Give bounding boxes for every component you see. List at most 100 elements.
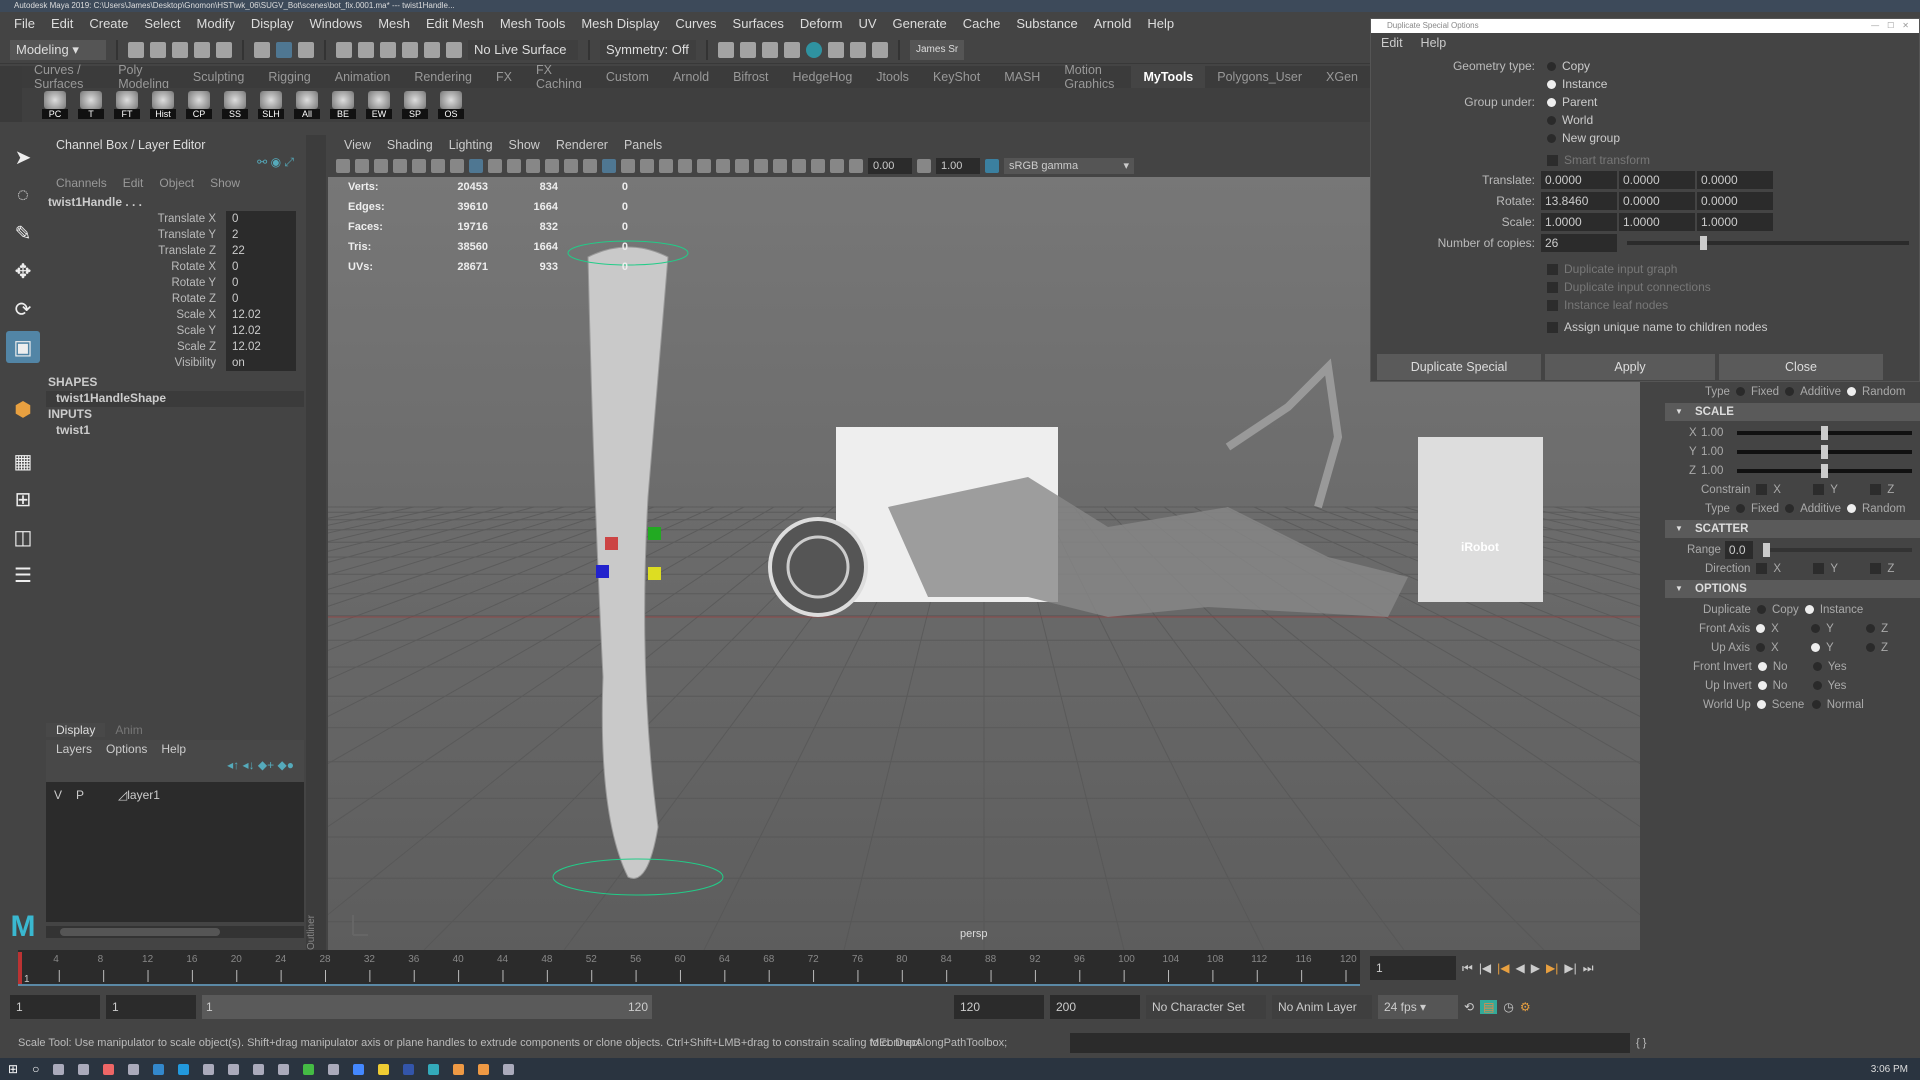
go-to-start-icon[interactable]: ⏮: [1462, 961, 1473, 976]
menu-mesh[interactable]: Mesh: [370, 16, 418, 31]
up-axis-z-radio[interactable]: [1866, 643, 1875, 652]
shelf-button-cp[interactable]: CP: [186, 91, 212, 119]
mail-icon[interactable]: [203, 1063, 215, 1075]
exposure-field[interactable]: 0.00: [868, 158, 912, 174]
scale-tool-icon[interactable]: ▣: [6, 331, 40, 363]
shelf-tab-bifrost[interactable]: Bifrost: [721, 70, 780, 84]
outliner-layout-icon[interactable]: ☰: [6, 559, 40, 591]
channel-row[interactable]: Rotate X0: [46, 259, 304, 275]
shelf-button-hist[interactable]: Hist: [150, 91, 176, 119]
edit-icon[interactable]: ⤢: [284, 155, 294, 169]
undo-icon[interactable]: [194, 41, 210, 58]
isolate-select-icon[interactable]: [773, 159, 787, 173]
shelf-button-slh[interactable]: SLH: [258, 91, 284, 119]
time-slider[interactable]: 1 4 8 12 16 20 24 28 32 36 40 44 48 52 56 60 64 68 72 76 80…: [18, 950, 1360, 986]
single-layout-icon[interactable]: ▦: [6, 445, 40, 477]
live-surface-field[interactable]: No Live Surface: [468, 39, 578, 60]
shape-node[interactable]: twist1HandleShape: [46, 391, 304, 407]
xray-active-icon[interactable]: [811, 159, 825, 173]
task-view-icon[interactable]: [53, 1063, 65, 1075]
scale-value[interactable]: 1.00: [1701, 446, 1729, 458]
channel-row[interactable]: Translate Z 22: [46, 243, 304, 259]
textured-icon[interactable]: [659, 159, 673, 173]
duplicate-input-graph-checkbox[interactable]: [1547, 263, 1558, 275]
use-all-lights-icon[interactable]: [678, 159, 692, 173]
translate-y-field[interactable]: 0.0000: [1619, 171, 1695, 189]
rotate-y-field[interactable]: 0.0000: [1619, 192, 1695, 210]
shelf-tab-mytools[interactable]: MyTools: [1131, 66, 1206, 88]
world-up-scene-radio[interactable]: [1756, 700, 1766, 709]
outliner-tab[interactable]: Outliner: [306, 135, 326, 950]
geometry-copy-radio[interactable]: [1547, 61, 1556, 71]
duplicate-copy-radio[interactable]: [1756, 605, 1766, 614]
range-slider[interactable]: 1 120: [202, 995, 652, 1019]
render-view-icon[interactable]: [718, 41, 734, 58]
new-layer-selected-icon[interactable]: ◆●: [278, 758, 294, 772]
dialog-menu-edit[interactable]: Edit: [1381, 36, 1403, 50]
apply-button[interactable]: Apply: [1545, 354, 1715, 380]
world-up-normal-radio[interactable]: [1811, 700, 1821, 709]
shelf-tab-polygons-user[interactable]: Polygons_User: [1205, 70, 1314, 84]
channel-value[interactable]: 12.02: [226, 339, 296, 355]
channel-value[interactable]: 0: [226, 211, 296, 227]
scale-value[interactable]: 1.00: [1701, 465, 1729, 477]
direction-y-checkbox[interactable]: [1813, 563, 1825, 574]
shelf-tab-motion-graphics[interactable]: Motion Graphics: [1052, 63, 1131, 91]
menu-display[interactable]: Display: [243, 16, 302, 31]
menu-select[interactable]: Select: [136, 16, 188, 31]
scale-value[interactable]: 1.00: [1701, 427, 1729, 439]
new-scene-icon[interactable]: [128, 41, 144, 58]
layer-name[interactable]: ◿layer1: [118, 788, 160, 802]
word-icon[interactable]: [403, 1063, 415, 1075]
manipulator-center-handle[interactable]: [648, 567, 661, 580]
channel-name[interactable]: Visibility: [46, 357, 226, 369]
copies-slider[interactable]: [1627, 236, 1909, 250]
windows-start-icon[interactable]: ⊞: [8, 1062, 18, 1076]
snap-point-icon[interactable]: [380, 41, 396, 58]
camera-icon[interactable]: [336, 159, 350, 173]
lasso-tool-icon[interactable]: ◌: [6, 179, 40, 211]
shelf-tab-arnold[interactable]: Arnold: [661, 70, 721, 84]
snap-pivot-icon[interactable]: [446, 41, 462, 58]
menu-modify[interactable]: Modify: [189, 16, 243, 31]
shelf-tab-keyshot[interactable]: KeyShot: [921, 70, 992, 84]
menu-curves[interactable]: Curves: [667, 16, 724, 31]
anim-layer-dropdown[interactable]: No Anim Layer: [1272, 995, 1372, 1019]
hypershade-icon[interactable]: [806, 41, 822, 58]
move-layer-down-icon[interactable]: ◂↓: [243, 758, 255, 772]
smart-transform-checkbox[interactable]: [1547, 154, 1558, 166]
camera-attributes-icon[interactable]: [374, 159, 388, 173]
cached-playback-icon[interactable]: ▤: [1480, 1000, 1498, 1014]
ambient-occlusion-icon[interactable]: [716, 159, 730, 173]
script-editor-icon[interactable]: { }: [1636, 1032, 1646, 1054]
channel-menu-edit[interactable]: Edit: [123, 176, 144, 190]
duplicate-input-connections-checkbox[interactable]: [1547, 281, 1558, 293]
file-explorer-icon[interactable]: [128, 1063, 140, 1075]
viewport-menu-renderer[interactable]: Renderer: [548, 138, 616, 152]
rotate-x-field[interactable]: 13.8460: [1541, 192, 1617, 210]
menu-mesh-display[interactable]: Mesh Display: [573, 16, 667, 31]
firefox-icon[interactable]: [103, 1063, 115, 1075]
channel-menu-show[interactable]: Show: [210, 176, 240, 190]
channel-name[interactable]: Scale X: [46, 309, 226, 321]
chrome-icon[interactable]: [303, 1063, 315, 1075]
viewport-menu-panels[interactable]: Panels: [616, 138, 670, 152]
app-icon-4[interactable]: [453, 1063, 465, 1075]
tool-settings-icon[interactable]: ◉: [271, 155, 281, 169]
rotate-z-field[interactable]: 0.0000: [1697, 192, 1773, 210]
range-field[interactable]: 0.0: [1724, 540, 1753, 559]
twisted-mesh[interactable]: [587, 246, 669, 879]
menu-help[interactable]: Help: [1139, 16, 1182, 31]
play-backwards-icon[interactable]: ◀: [1516, 961, 1525, 975]
snap-view-icon[interactable]: [402, 41, 418, 58]
up-axis-y-radio[interactable]: [1811, 643, 1820, 652]
direction-x-checkbox[interactable]: [1756, 563, 1768, 574]
app-icon-3[interactable]: [353, 1063, 365, 1075]
auto-key-icon[interactable]: ◷: [1503, 1000, 1513, 1014]
shelf-tab-fx[interactable]: FX: [484, 70, 524, 84]
snap-grid-icon[interactable]: [336, 41, 352, 58]
channel-value[interactable]: 0: [226, 291, 296, 307]
smooth-shade-icon[interactable]: [602, 159, 616, 173]
menu-options[interactable]: Options: [106, 742, 147, 756]
step-forward-key-icon[interactable]: ▶|: [1546, 961, 1558, 975]
